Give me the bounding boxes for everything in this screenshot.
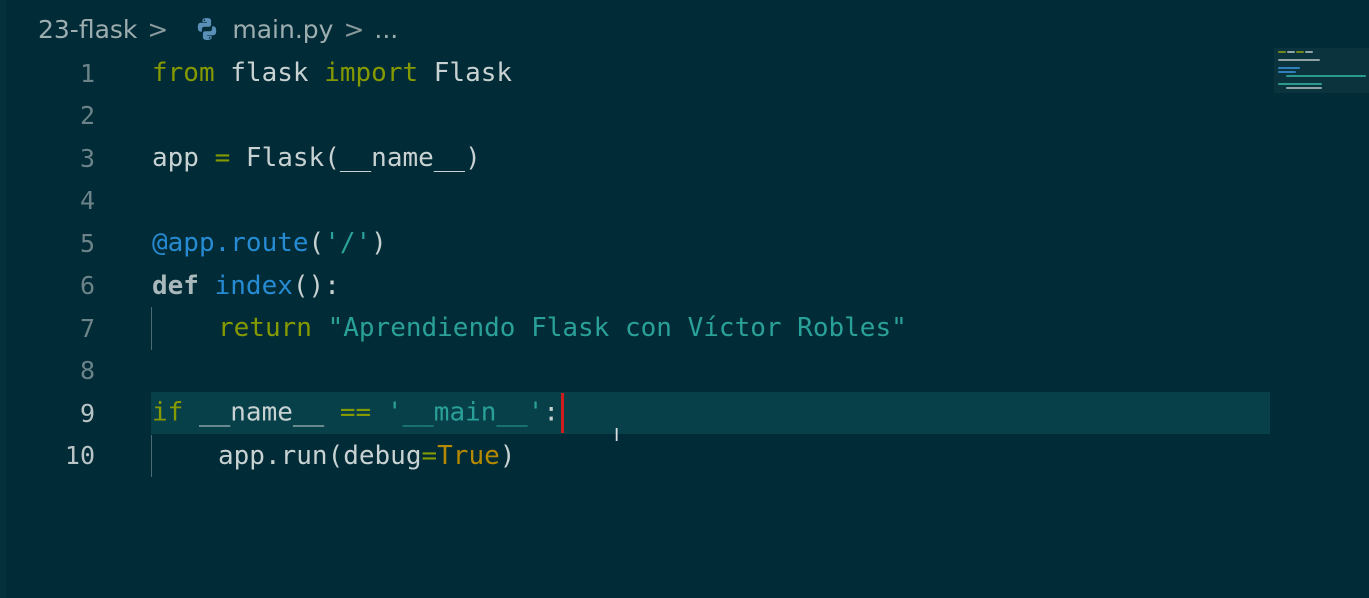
line-number: 1 xyxy=(79,58,95,88)
string-token: "Aprendiendo Flask con Víctor Robles" xyxy=(327,313,907,344)
chevron-right-icon: > xyxy=(343,14,365,44)
breadcrumb-symbols[interactable]: ... xyxy=(374,15,398,44)
line-content: app = Flask(__name__) xyxy=(152,143,481,173)
line-content: def index(): xyxy=(152,271,340,301)
module-token: flask xyxy=(214,58,325,89)
minimap-line xyxy=(1278,71,1296,73)
code-line[interactable]: 10 app.run(debug=True) xyxy=(0,434,1369,477)
code-line[interactable]: 8 xyxy=(0,350,1369,393)
operator-token: == xyxy=(339,397,372,428)
minimap[interactable] xyxy=(1276,48,1368,96)
identifier-token: Flask(__name__) xyxy=(230,143,481,174)
indent-guide xyxy=(151,307,152,350)
operator-token: = xyxy=(421,440,438,471)
line-number: 7 xyxy=(79,313,95,343)
ibeam-cursor-icon: I xyxy=(614,425,620,446)
minimap-line xyxy=(1287,51,1295,53)
identifier-token: __name__ xyxy=(183,397,340,428)
minimap-line xyxy=(1278,59,1320,61)
line-number: 5 xyxy=(79,228,95,258)
minimap-line xyxy=(1278,67,1300,69)
current-code-line[interactable]: 9 if __name__ == '__main__': xyxy=(0,392,1369,435)
code-line[interactable]: 3 app = Flask(__name__) xyxy=(0,137,1369,180)
line-number: 3 xyxy=(79,143,95,173)
text-cursor xyxy=(561,393,565,434)
punctuation-token: ) xyxy=(371,228,387,259)
code-line[interactable]: 4 xyxy=(0,180,1369,223)
function-name-token: index xyxy=(214,270,293,301)
constant-token: True xyxy=(437,440,500,471)
line-number: 2 xyxy=(79,101,95,131)
identifier-token: Flask xyxy=(418,58,513,89)
minimap-line xyxy=(1305,51,1313,53)
minimap-line xyxy=(1286,75,1366,77)
code-line[interactable]: 2 xyxy=(0,95,1369,138)
punctuation-token: ) xyxy=(499,440,516,471)
code-editor[interactable]: 23-flask > main.py > ... 1 from flask im… xyxy=(0,0,1369,598)
line-number: 6 xyxy=(79,271,95,301)
code-line[interactable]: 7 return "Aprendiendo Flask con Víctor R… xyxy=(0,307,1369,350)
keyword-token: from xyxy=(152,58,215,89)
minimap-line xyxy=(1296,51,1304,53)
line-content: return "Aprendiendo Flask con Víctor Rob… xyxy=(218,313,907,343)
punctuation-token: : xyxy=(543,397,560,428)
decorator-token: @app.route xyxy=(152,228,309,259)
string-token: '__main__' xyxy=(386,397,544,428)
code-line[interactable]: 5 @app.route('/') xyxy=(0,222,1369,265)
code-line[interactable]: 1 from flask import Flask xyxy=(0,52,1369,95)
punctuation-token: ( xyxy=(308,228,325,259)
line-number: 8 xyxy=(79,356,95,386)
python-icon xyxy=(198,18,217,40)
code-line[interactable]: 6 def index(): xyxy=(0,265,1369,308)
string-token: '/' xyxy=(324,228,372,259)
line-content: from flask import Flask xyxy=(152,58,512,88)
line-content: @app.route('/') xyxy=(152,228,387,258)
operator-token: = xyxy=(214,143,231,174)
line-number: 9 xyxy=(79,398,95,428)
identifier-token: app.run(debug xyxy=(218,440,422,471)
line-number: 10 xyxy=(64,441,95,471)
line-content: if __name__ == '__main__': xyxy=(152,393,565,434)
line-number: 4 xyxy=(79,186,95,216)
keyword-token: return xyxy=(218,313,312,344)
keyword-token: if xyxy=(152,397,184,428)
chevron-right-icon: > xyxy=(147,14,169,44)
line-content: app.run(debug=True) xyxy=(218,441,515,471)
minimap-line xyxy=(1278,51,1286,53)
minimap-line xyxy=(1286,87,1322,89)
keyword-token: import xyxy=(324,58,419,89)
punctuation-token: (): xyxy=(292,270,340,301)
code-area[interactable]: 1 from flask import Flask 2 3 app = Flas… xyxy=(0,52,1369,477)
indent-guide xyxy=(151,434,152,477)
identifier-token: app xyxy=(152,143,215,174)
minimap-line xyxy=(1278,83,1322,85)
keyword-token: def xyxy=(152,270,199,301)
breadcrumb-file[interactable]: main.py xyxy=(232,15,333,44)
breadcrumb-folder[interactable]: 23-flask xyxy=(38,15,137,44)
breadcrumb: 23-flask > main.py > ... xyxy=(38,12,398,46)
